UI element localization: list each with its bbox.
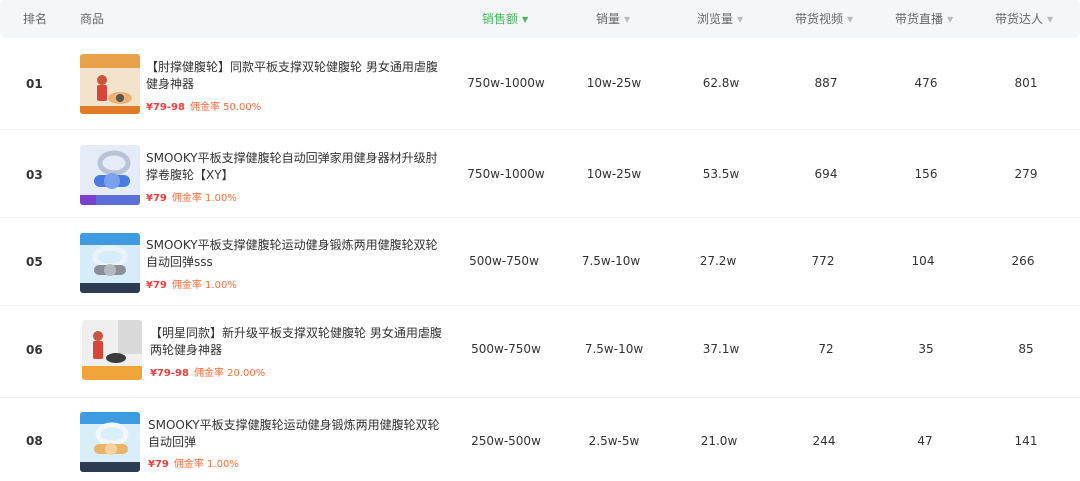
sales-volume: 7.5w-10w (584, 342, 644, 356)
commission-rate: 佣金率 50.00% (189, 102, 262, 113)
header-videos[interactable]: 带货视频 ▼ (795, 0, 853, 38)
price-commission: ¥79-98 佣金率 50.00% (146, 98, 261, 113)
lives-count: 476 (914, 76, 938, 90)
table-row[interactable]: 03 SMOOKY平板支撑健腹轮自动回弹家用健身器材升级肘撑卷腹轮【XY】 ¥7… (0, 130, 1080, 218)
views-count: 27.2w (699, 254, 737, 268)
views-count: 21.0w (700, 434, 738, 448)
product-title[interactable]: SMOOKY平板支撑健腹轮运动健身锻炼两用健腹轮双轮自动回弹 (148, 417, 448, 451)
videos-count: 772 (811, 254, 835, 268)
product-title[interactable]: 【明星同款】新升级平板支撑双轮健腹轮 男女通用虐腹两轮健身神器 (150, 325, 450, 359)
sort-caret-icon: ▼ (624, 15, 631, 24)
header-videos-label: 带货视频 (795, 12, 844, 26)
videos-count: 244 (812, 434, 836, 448)
header-rank: 排名 (23, 12, 48, 26)
rank-value: 05 (26, 255, 43, 269)
sales-volume: 10w-25w (586, 76, 642, 90)
sales-amount: 750w-1000w (467, 76, 545, 90)
header-influencers[interactable]: 带货达人 ▼ (995, 0, 1053, 38)
header-lives[interactable]: 带货直播 ▼ (895, 0, 953, 38)
sales-volume: 10w-25w (586, 167, 642, 181)
rank-value: 01 (26, 77, 43, 91)
product-thumbnail[interactable] (80, 233, 140, 293)
videos-count: 887 (814, 76, 838, 90)
header-sales-volume[interactable]: 销量 ▼ (596, 0, 630, 38)
price-commission: ¥79-98 佣金率 20.00% (150, 364, 265, 379)
influencers-count: 141 (1014, 434, 1038, 448)
header-sales-amount[interactable]: 销售额 ▼ (482, 0, 528, 38)
header-sales-amount-label: 销售额 (482, 12, 519, 26)
product-ranking-table: 排名 商品 销售额 ▼ 销量 ▼ 浏览量 ▼ 带货视频 ▼ 带货直播 ▼ 带货达人 ▼ 01… (0, 0, 1080, 481)
header-views-label: 浏览量 (697, 12, 734, 26)
product-price: ¥79-98 (150, 368, 189, 379)
header-views[interactable]: 浏览量 ▼ (697, 0, 743, 38)
price-commission: ¥79 佣金率 1.00% (146, 189, 237, 204)
commission-rate: 佣金率 20.00% (193, 368, 266, 379)
views-count: 53.5w (702, 167, 740, 181)
sales-volume: 2.5w-5w (588, 434, 640, 448)
videos-count: 694 (814, 167, 838, 181)
views-count: 62.8w (702, 76, 740, 90)
product-title[interactable]: SMOOKY平板支撑健腹轮运动健身锻炼两用健腹轮双轮自动回弹sss (146, 237, 446, 271)
sales-amount: 750w-1000w (467, 167, 545, 181)
sales-amount: 250w-500w (471, 434, 541, 448)
sort-caret-icon: ▼ (522, 15, 529, 24)
product-price: ¥79 (146, 193, 167, 204)
influencers-count: 266 (1011, 254, 1035, 268)
product-price: ¥79-98 (146, 102, 185, 113)
sales-volume: 7.5w-10w (581, 254, 641, 268)
sort-caret-icon: ▼ (737, 15, 744, 24)
product-price: ¥79 (146, 280, 167, 291)
rank-value: 06 (26, 343, 43, 357)
influencers-count: 279 (1014, 167, 1038, 181)
header-product: 商品 (80, 12, 105, 26)
sales-amount: 500w-750w (469, 254, 539, 268)
product-thumbnail[interactable] (80, 54, 140, 114)
table-row[interactable]: 08 SMOOKY平板支撑健腹轮运动健身锻炼两用健腹轮双轮自动回弹 ¥79 佣金率… (0, 398, 1080, 481)
product-thumbnail[interactable] (80, 145, 140, 205)
lives-count: 35 (918, 342, 934, 356)
rank-value: 08 (26, 434, 43, 448)
sort-caret-icon: ▼ (947, 15, 954, 24)
influencers-count: 85 (1018, 342, 1034, 356)
commission-rate: 佣金率 1.00% (173, 459, 239, 470)
table-header: 排名 商品 销售额 ▼ 销量 ▼ 浏览量 ▼ 带货视频 ▼ 带货直播 ▼ 带货达人 ▼ (0, 0, 1080, 38)
product-title[interactable]: SMOOKY平板支撑健腹轮自动回弹家用健身器材升级肘撑卷腹轮【XY】 (146, 150, 446, 184)
table-row[interactable]: 01 【肘撑健腹轮】同款平板支撑双轮健腹轮 男女通用虐腹健身神器 ¥79-98 佣… (0, 38, 1080, 130)
commission-rate: 佣金率 1.00% (171, 193, 237, 204)
header-influencers-label: 带货达人 (995, 12, 1044, 26)
table-row[interactable]: 06 【明星同款】新升级平板支撑双轮健腹轮 男女通用虐腹两轮健身神器 ¥79-9… (0, 306, 1080, 398)
videos-count: 72 (818, 342, 834, 356)
commission-rate: 佣金率 1.00% (171, 280, 237, 291)
lives-count: 47 (917, 434, 933, 448)
rank-value: 03 (26, 168, 43, 182)
product-thumbnail[interactable] (80, 412, 140, 472)
sort-caret-icon: ▼ (1047, 15, 1054, 24)
product-price: ¥79 (148, 459, 169, 470)
views-count: 37.1w (702, 342, 740, 356)
product-thumbnail[interactable] (82, 320, 142, 380)
price-commission: ¥79 佣金率 1.00% (148, 455, 239, 470)
influencers-count: 801 (1014, 76, 1038, 90)
header-sales-volume-label: 销量 (596, 12, 621, 26)
lives-count: 156 (914, 167, 938, 181)
product-title[interactable]: 【肘撑健腹轮】同款平板支撑双轮健腹轮 男女通用虐腹健身神器 (146, 59, 446, 93)
sort-caret-icon: ▼ (847, 15, 854, 24)
table-row[interactable]: 05 SMOOKY平板支撑健腹轮运动健身锻炼两用健腹轮双轮自动回弹sss ¥79… (0, 218, 1080, 306)
header-lives-label: 带货直播 (895, 12, 944, 26)
price-commission: ¥79 佣金率 1.00% (146, 276, 237, 291)
sales-amount: 500w-750w (471, 342, 541, 356)
lives-count: 104 (911, 254, 935, 268)
